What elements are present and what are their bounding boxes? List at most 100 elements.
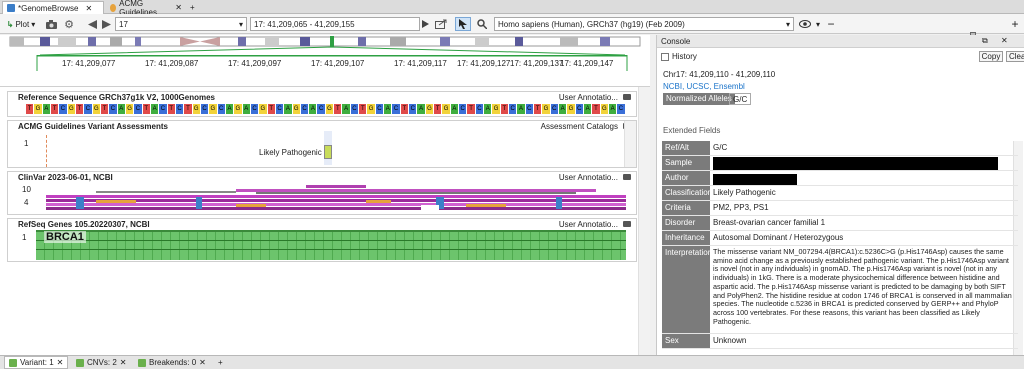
base-C: C [59,104,68,114]
base-G: G [425,104,435,114]
base-A: A [284,104,293,114]
base-G: G [209,104,218,114]
close-icon[interactable]: ✕ [57,358,64,367]
base-A: A [583,104,593,114]
tracks-scrollbar[interactable] [638,87,650,355]
field-row: Sex Unknown [662,334,1018,349]
extended-fields-table: Ref/Alt G/C Sample Author Classification L… [662,141,1018,349]
base-G: G [125,104,135,114]
restore-icon[interactable]: ⧉ [982,36,988,46]
base-A: A [559,104,568,114]
ruler-tick: 17: 41,209,117 [394,59,447,68]
database-links[interactable]: NCBI, UCSC, Ensembl [663,82,745,91]
tab-breakends[interactable]: Breakends: 0 ✕ [134,356,210,369]
tab-variant[interactable]: Variant: 1 ✕ [4,356,69,369]
locus-input[interactable]: 17: 41,209,065 - 41,209,155 [250,17,420,31]
chevron-down-icon[interactable]: ▾ [814,17,822,31]
search-icon[interactable] [475,17,489,31]
refseq-track[interactable]: RefSeq Genes 105.20220307, NCBI User Ann… [7,218,637,262]
base-C: C [275,104,285,114]
close-icon[interactable]: ✕ [199,358,206,367]
ideogram-graphic[interactable] [0,35,650,75]
plot-button[interactable]: ↳ Plot ▾ [4,17,38,31]
base-G: G [292,104,301,114]
acmg-track[interactable]: ACMG Guidelines Variant Assessments Asse… [7,120,637,168]
base-C: C [509,104,518,114]
folder-icon[interactable] [623,94,631,100]
tracks-pane: Reference Sequence GRCh37g1k V2, 1000Gen… [0,87,650,355]
base-G: G [259,104,268,114]
base-T: T [184,104,193,114]
camera-icon[interactable] [44,17,58,31]
ruler-tick: 17: 41,209,087 [145,59,199,68]
track-title: ACMG Guidelines Variant Assessments [18,122,168,131]
field-row: Ref/Alt G/C [662,141,1018,156]
assembly-select[interactable]: Homo sapiens (Human), GRCh37 (hg19) (Feb… [494,17,794,31]
track-axis-label: 10 [22,185,31,194]
clinvar-track[interactable]: ClinVar 2023-06-01, NCBI User Annotatio.… [7,171,637,215]
zoom-out-icon[interactable]: − [826,17,836,31]
ruler-tick: 17: 41,209,077 [62,59,116,68]
close-icon[interactable]: ✕ [120,358,127,367]
genome-icon [7,4,15,12]
toolbar: ↳ Plot ▾ ⚙ 17 ▾ 17: 41,209,065 - 41,209,… [0,14,1024,42]
reference-track[interactable]: Reference Sequence GRCh37g1k V2, 1000Gen… [7,91,637,117]
tab-genomebrowse[interactable]: *GenomeBrowse ✕ [2,1,104,14]
back-icon[interactable] [86,17,98,31]
zoom-in-icon[interactable]: + [1010,17,1020,31]
history-checkbox[interactable]: History [661,52,697,61]
plot-icon: ↳ [6,19,14,29]
pointer-tool-icon[interactable] [455,17,471,31]
base-T: T [534,104,543,114]
base-G: G [325,104,335,114]
folder-icon[interactable] [623,174,631,180]
ruler-tick: 17: 41,209,127 [457,59,511,68]
bottom-tab-bar: Variant: 1 ✕ CNVs: 2 ✕ Breakends: 0 ✕ + [0,355,1024,369]
base-C: C [134,104,143,114]
tab-cnvs[interactable]: CNVs: 2 ✕ [72,356,131,369]
gear-icon[interactable]: ⚙ [62,17,76,31]
eye-icon[interactable] [798,17,812,31]
add-tab-button[interactable]: + [186,1,199,14]
go-button[interactable] [420,17,430,31]
tab-acmg-guidelines[interactable]: ACMG Guidelines ✕ [106,0,186,17]
gene-exon-bar[interactable] [36,230,626,260]
copy-button[interactable]: Copy [979,51,1003,62]
close-icon[interactable]: ✕ [1001,36,1008,45]
track-axis-label: 1 [22,233,27,242]
gene-label[interactable]: BRCA1 [44,231,86,243]
table-icon [9,358,17,367]
add-tab-button[interactable]: + [214,356,227,369]
close-icon[interactable]: ✕ [175,3,182,12]
coordinate-ruler: 17: 41,209,077 17: 41,209,087 17: 41,209… [0,59,650,87]
base-G: G [442,104,451,114]
base-G: G [92,104,101,114]
base-C: C [350,104,360,114]
base-T: T [334,104,343,114]
base-C: C [317,104,326,114]
share-icon[interactable] [434,17,448,31]
base-G: G [192,104,201,114]
forward-icon[interactable] [100,17,112,31]
base-A: A [242,104,251,114]
scrollbar[interactable] [624,121,636,167]
variant-assessment-marker[interactable] [324,145,332,159]
base-A: A [384,104,393,114]
clear-button[interactable]: Clea [1006,51,1024,62]
base-C: C [525,104,535,114]
field-row: Interpretation The missense variant NM_00… [662,246,1018,334]
field-row: Sample [662,156,1018,171]
console-title: Console [661,37,691,46]
redacted-author [713,174,797,185]
base-C: C [300,104,310,114]
folder-icon[interactable] [623,221,631,227]
base-G: G [492,104,501,114]
chromosome-select[interactable]: 17 ▾ [115,17,247,31]
base-A: A [484,104,493,114]
base-T: T [26,104,35,114]
ruler-tick: 17: 41,209,137 [510,59,564,68]
track-title: Reference Sequence GRCh37g1k V2, 1000Gen… [18,93,215,102]
base-A: A [309,104,318,114]
classification-label: Likely Pathogenic [259,148,322,157]
close-icon[interactable]: ✕ [85,4,92,13]
